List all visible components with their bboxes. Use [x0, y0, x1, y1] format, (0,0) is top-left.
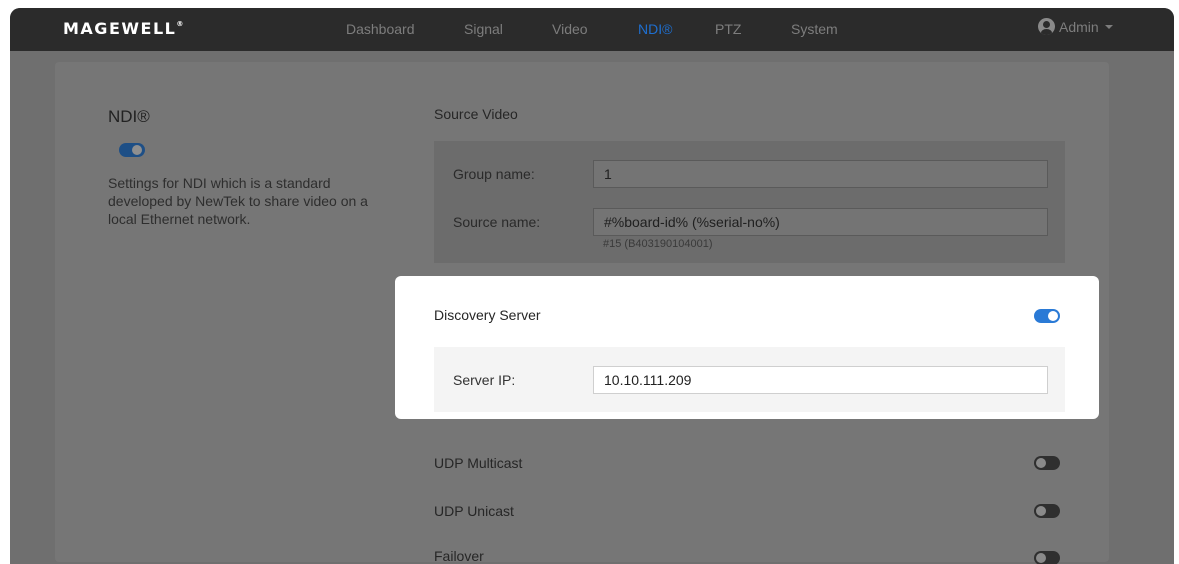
discovery-server-title: Discovery Server	[434, 307, 541, 323]
chevron-down-icon	[1104, 24, 1113, 29]
page-title: NDI®	[108, 107, 150, 126]
toggle-knob	[1036, 506, 1046, 516]
brand-logo: MAGEWELL®	[63, 19, 184, 38]
toggle-knob	[1036, 553, 1046, 563]
toggle-knob	[1036, 458, 1046, 468]
page-description: Settings for NDI which is a standard dev…	[108, 175, 368, 227]
group-name-input[interactable]	[593, 160, 1048, 188]
server-ip-input[interactable]	[593, 366, 1048, 394]
nav-dashboard[interactable]: Dashboard	[346, 21, 415, 37]
user-menu[interactable]: Admin	[1038, 18, 1113, 35]
toggle-knob	[1048, 311, 1058, 321]
source-name-input[interactable]	[593, 208, 1048, 236]
ndi-enable-toggle[interactable]	[119, 143, 145, 157]
nav-ndi[interactable]: NDI®	[638, 21, 672, 37]
udp-unicast-toggle[interactable]	[1034, 504, 1060, 518]
server-ip-label: Server IP:	[453, 372, 516, 388]
user-name: Admin	[1059, 18, 1099, 35]
udp-multicast-toggle[interactable]	[1034, 456, 1060, 470]
failover-toggle[interactable]	[1034, 551, 1060, 564]
nav-system[interactable]: System	[791, 21, 838, 37]
source-name-preview: #15 (B403190104001)	[603, 238, 713, 250]
udp-unicast-title: UDP Unicast	[434, 503, 514, 519]
user-avatar-icon	[1038, 18, 1055, 35]
toggle-knob	[132, 145, 142, 155]
nav-signal[interactable]: Signal	[464, 21, 503, 37]
top-navbar: MAGEWELL® Dashboard Signal Video NDI® PT…	[10, 8, 1174, 51]
failover-title: Failover	[434, 548, 484, 564]
nav-video[interactable]: Video	[552, 21, 588, 37]
group-name-label: Group name:	[453, 166, 535, 182]
source-name-label: Source name:	[453, 214, 541, 230]
udp-multicast-title: UDP Multicast	[434, 455, 523, 471]
source-video-title: Source Video	[434, 106, 518, 122]
nav-ptz[interactable]: PTZ	[715, 21, 741, 37]
discovery-server-toggle[interactable]	[1034, 309, 1060, 323]
